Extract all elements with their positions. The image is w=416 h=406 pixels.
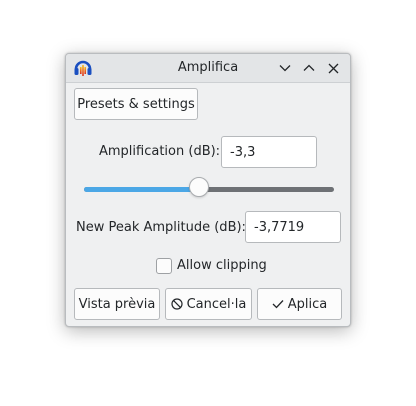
title-bar[interactable]: Amplifica [66,54,350,83]
allow-clipping-label[interactable]: Allow clipping [177,258,267,273]
chevron-up-icon [303,64,315,71]
checkmark-icon [272,299,284,309]
amplify-dialog: Amplifica Presets & settings Amplificati… [65,53,351,327]
maximize-button[interactable] [300,59,318,77]
new-peak-label: New Peak Amplitude (dB): [76,220,246,235]
chevron-down-icon [279,65,291,72]
close-icon [328,63,338,73]
amplification-slider-track[interactable] [84,187,334,192]
allow-clipping-checkbox[interactable] [156,258,172,274]
new-peak-input[interactable] [245,211,341,243]
minimize-button[interactable] [276,59,294,77]
preview-button[interactable]: Vista prèvia [74,288,160,320]
presets-settings-button[interactable]: Presets & settings [74,88,198,120]
amplification-label: Amplification (dB): [99,144,221,159]
cancel-button[interactable]: Cancel·la [165,288,252,320]
cancel-label: Cancel·la [186,296,247,312]
close-button[interactable] [324,59,342,77]
apply-label: Aplica [287,296,328,312]
apply-button[interactable]: Aplica [257,288,342,320]
amplification-slider-fill [84,187,199,192]
amplification-input[interactable] [221,136,317,168]
amplification-slider-handle[interactable] [189,177,209,197]
cancel-circle-icon [171,298,183,310]
